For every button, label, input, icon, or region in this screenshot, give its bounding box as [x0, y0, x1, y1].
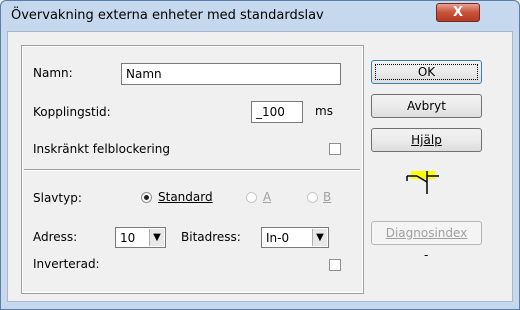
adress-value: 10 [120, 231, 136, 245]
dialog-window: Övervakning externa enheter med standard… [0, 0, 520, 310]
hjalp-button[interactable]: Hjälp [371, 128, 482, 152]
slavtyp-b-label[interactable]: B [323, 190, 331, 204]
bitadress-value: In-0 [266, 231, 290, 245]
adress-label: Adress: [33, 230, 78, 244]
inskrankt-checkbox[interactable] [329, 143, 341, 155]
title-bar: Övervakning externa enheter med standard… [1, 1, 519, 31]
inverterad-label: Inverterad: [33, 257, 100, 271]
close-button[interactable]: X [436, 3, 480, 22]
ok-button[interactable]: OK [371, 60, 482, 84]
window-title: Övervakning externa enheter med standard… [11, 8, 324, 23]
settings-panel: Namn: Namn Kopplingstid: _100 ms Inskrän… [21, 45, 364, 294]
hjalp-button-label: Hjälp [411, 133, 442, 147]
namn-input[interactable]: Namn [121, 63, 341, 85]
bitadress-select[interactable]: In-0 ▼ [261, 227, 329, 248]
focus-rect [375, 64, 478, 80]
avbryt-button[interactable]: Avbryt [371, 94, 482, 118]
diagnosindex-button[interactable]: Diagnosindex [371, 221, 482, 245]
slavtyp-b-radio[interactable] [307, 192, 318, 203]
slavtyp-a-radio[interactable] [246, 192, 257, 203]
contact-symbol-icon [406, 171, 439, 194]
kopplingstid-label: Kopplingstid: [33, 105, 111, 119]
dialog-client: Namn: Namn Kopplingstid: _100 ms Inskrän… [7, 31, 513, 302]
chevron-down-icon[interactable]: ▼ [149, 229, 164, 246]
symbol-highlight [411, 171, 435, 179]
bitadress-label: Bitadress: [181, 230, 241, 244]
namn-label: Namn: [33, 66, 73, 80]
chevron-down-icon[interactable]: ▼ [312, 229, 327, 246]
adress-select[interactable]: 10 ▼ [115, 227, 166, 248]
slavtyp-a-label[interactable]: A [263, 190, 271, 204]
kopplingstid-input[interactable]: _100 [251, 101, 303, 123]
separator [24, 169, 360, 171]
diagnosindex-value: - [424, 248, 429, 262]
inverterad-checkbox[interactable] [329, 259, 341, 271]
slavtyp-standard-label[interactable]: Standard [158, 190, 213, 204]
inskrankt-label: Inskränkt felblockering [33, 142, 170, 156]
kopplingstid-unit: ms [315, 104, 333, 118]
diagnosindex-button-label: Diagnosindex [385, 226, 468, 240]
slavtyp-label: Slavtyp: [33, 191, 82, 205]
slavtyp-standard-radio[interactable] [141, 192, 152, 203]
